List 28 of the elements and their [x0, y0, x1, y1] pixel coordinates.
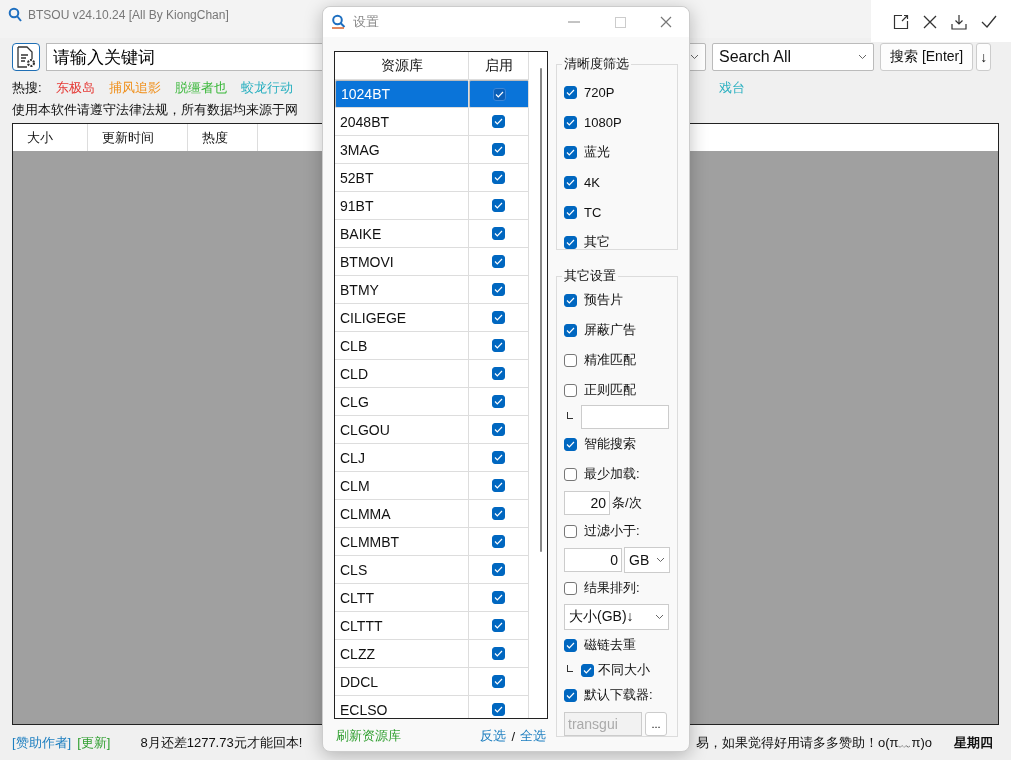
weekday-label: 星期四 — [954, 733, 993, 752]
notice-text: 使用本软件请遵守法律法规，所有数据均来源于网 — [12, 101, 298, 119]
option-label: 不同大小 — [598, 661, 650, 679]
option-label: 屏蔽广告 — [584, 321, 636, 339]
option-label: 最少加载: — [584, 465, 640, 483]
option-label: 4K — [584, 174, 600, 190]
option-label: 默认下载器: — [584, 686, 653, 704]
option-label: 磁链去重 — [584, 636, 636, 654]
status-message: 易，如果觉得好用请多多赞助！o(π﹏π)o — [695, 733, 932, 752]
option-label: 精准匹配 — [584, 351, 636, 369]
option-label: 蓝光 — [584, 143, 610, 161]
option-label: 720P — [584, 84, 615, 100]
option-label: 智能搜索 — [584, 435, 636, 453]
option-label: 其它 — [584, 233, 610, 251]
group-title: 其它设置 — [563, 267, 617, 285]
option-label: 预告片 — [584, 291, 623, 309]
window-title: BTSOU v24.10.24 [All By KiongChan] — [28, 8, 229, 22]
option-label: 过滤小于: — [584, 522, 640, 540]
status-message: 8月还差1277.73元才能回本! — [140, 733, 303, 752]
option-label: 1080P — [584, 114, 622, 130]
option-label: 结果排列: — [584, 579, 640, 597]
option-label: TC — [584, 204, 602, 220]
option-label: 正则匹配 — [584, 381, 636, 399]
hot-label: 热搜: — [12, 79, 42, 97]
separator-text: / — [511, 728, 515, 744]
dialog-title: 设置 — [353, 13, 379, 31]
group-title: 清晰度筛选 — [563, 55, 630, 73]
unit-label: 条/次 — [612, 493, 642, 512]
